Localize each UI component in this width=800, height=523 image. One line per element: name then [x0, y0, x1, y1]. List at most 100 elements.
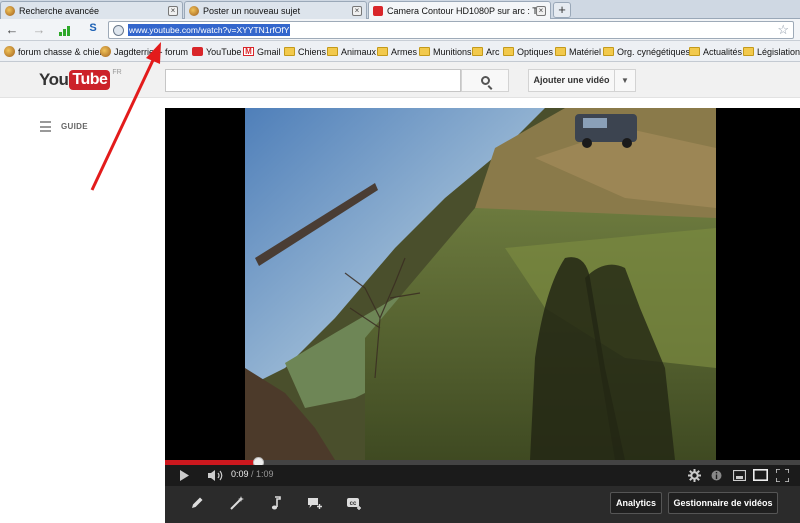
forward-arrow-icon[interactable]: →: [32, 23, 46, 37]
bookmark-forum-chasse[interactable]: forum chasse & chien: [4, 45, 105, 58]
bookmark-folder-materiel[interactable]: Matériel: [555, 45, 601, 58]
bookmark-label: YouTube: [206, 46, 242, 57]
upload-button[interactable]: Ajouter une vidéo: [528, 69, 615, 92]
analytics-button[interactable]: Analytics: [610, 492, 662, 514]
address-bar[interactable]: www.youtube.com/watch?v=XYYTN1rfOfY ☆: [108, 21, 794, 39]
folder-icon: [555, 47, 566, 56]
browser-navbar: ← → S www.youtube.com/watch?v=XYYTN1rfOf…: [0, 19, 800, 41]
enhancements-magic-wand-icon[interactable]: [229, 495, 245, 511]
settings-gear-icon[interactable]: [688, 469, 701, 482]
folder-icon: [743, 47, 754, 56]
folder-icon: [284, 47, 295, 56]
folder-icon: [377, 47, 388, 56]
youtube-header: You Tube FR Ajouter une vidéo ▼: [0, 62, 800, 98]
bookmark-label: Actualités: [703, 46, 743, 57]
bookmark-folder-org-cynegetiques[interactable]: Org. cynégétiques: [603, 45, 690, 58]
video-frame[interactable]: [245, 108, 716, 460]
search-icon: [481, 76, 490, 85]
bookmark-folder-armes[interactable]: Armes: [377, 45, 417, 58]
tab-title: Recherche avancée: [19, 5, 100, 16]
bookmark-gmail[interactable]: M Gmail: [243, 45, 281, 58]
tab-recherche-avancee[interactable]: Recherche avancée ×: [0, 1, 183, 19]
bookmark-label: Optiques: [517, 46, 554, 57]
back-arrow-icon[interactable]: ←: [5, 23, 19, 37]
annotations-speech-bubble-icon[interactable]: [307, 495, 323, 511]
bookmark-star-icon[interactable]: ☆: [777, 23, 789, 37]
bookmark-label: Gmail: [257, 46, 281, 57]
url-text[interactable]: www.youtube.com/watch?v=XYYTN1rfOfY: [128, 24, 291, 36]
bookmark-label: Chiens: [298, 46, 327, 57]
bookmark-folder-optiques[interactable]: Optiques: [503, 45, 553, 58]
folder-icon: [327, 47, 338, 56]
forum-favicon-icon: [100, 46, 111, 57]
search-button[interactable]: [461, 69, 509, 92]
guide-label: GUIDE: [61, 122, 88, 131]
tab-close-icon[interactable]: ×: [168, 5, 178, 16]
forum-favicon-icon: [4, 46, 15, 57]
info-icon[interactable]: [711, 470, 722, 481]
bookmark-label: Animaux: [341, 46, 377, 57]
volume-icon[interactable]: [207, 469, 225, 482]
youtube-favicon-icon: [192, 47, 203, 56]
bookmark-label: Législation: [757, 46, 800, 57]
browser-tab-strip: Recherche avancée × Poster un nouveau su…: [0, 0, 800, 20]
time-separator: /: [248, 469, 257, 479]
bookmark-label: Armes: [391, 46, 418, 57]
bookmark-label: Matériel: [569, 46, 602, 57]
bookmark-folder-arc[interactable]: Arc: [472, 45, 500, 58]
search-input[interactable]: [165, 69, 461, 92]
bookmark-label: Jagdterrier - forum: [114, 46, 189, 57]
bookmark-folder-actualites[interactable]: Actualités: [689, 45, 742, 58]
bookmark-folder-animaux[interactable]: Animaux: [327, 45, 376, 58]
subtitles-cc-icon[interactable]: cc: [346, 495, 362, 511]
youtube-logo[interactable]: You Tube FR: [39, 69, 122, 91]
tab-close-icon[interactable]: ×: [536, 6, 546, 16]
video-frame-image: [245, 108, 716, 460]
svg-text:cc: cc: [350, 501, 357, 507]
bookmark-folder-munitions[interactable]: Munitions: [419, 45, 472, 58]
bookmark-youtube[interactable]: YouTube: [192, 45, 241, 58]
play-icon[interactable]: [179, 470, 190, 481]
globe-icon: [113, 25, 124, 36]
tab-youtube-video[interactable]: Camera Contour HD1080P sur arc : Tirs à.…: [368, 1, 551, 20]
forum-favicon-icon: [5, 5, 15, 16]
mini-player-icon[interactable]: [733, 470, 746, 481]
player-controls: 0:09 / 1:09: [165, 465, 800, 486]
signal-bars-icon[interactable]: [59, 24, 73, 36]
theater-mode-icon[interactable]: [753, 469, 768, 481]
bookmark-jagdterrier[interactable]: Jagdterrier - forum: [100, 45, 188, 58]
bookmark-label: Org. cynégétiques: [617, 46, 691, 57]
logo-region: FR: [112, 69, 122, 76]
current-time: 0:09: [231, 469, 249, 479]
bookmark-label: Munitions: [433, 46, 472, 57]
bookmark-folder-chiens[interactable]: Chiens: [284, 45, 326, 58]
menu-icon: [40, 121, 51, 132]
guide-button[interactable]: GUIDE: [40, 121, 88, 132]
youtube-favicon-icon: [373, 6, 383, 16]
forum-favicon-icon: [189, 5, 199, 16]
gmail-icon: M: [243, 47, 254, 56]
skype-icon[interactable]: S: [86, 22, 100, 37]
upload-menu-chevron-down-icon[interactable]: ▼: [615, 69, 636, 92]
logo-tube: Tube: [69, 70, 111, 90]
bookmarks-bar: forum chasse & chien Jagdterrier - forum…: [0, 41, 800, 62]
video-manager-button[interactable]: Gestionnaire de vidéos: [668, 492, 778, 514]
tab-close-icon[interactable]: ×: [352, 5, 362, 16]
tab-title: Camera Contour HD1080P sur arc : Tirs à.…: [387, 6, 536, 16]
audio-music-note-icon[interactable]: [268, 495, 284, 511]
tab-title: Poster un nouveau sujet: [203, 5, 301, 16]
bookmark-label: Arc: [486, 46, 500, 57]
folder-icon: [503, 47, 514, 56]
new-tab-button[interactable]: +: [553, 2, 571, 18]
folder-icon: [472, 47, 483, 56]
folder-icon: [603, 47, 614, 56]
logo-you: You: [39, 70, 69, 89]
bookmark-label: forum chasse & chien: [18, 46, 105, 57]
video-player[interactable]: [165, 108, 800, 460]
time-display: 0:09 / 1:09: [231, 469, 274, 479]
bookmark-folder-legislation[interactable]: Législation: [743, 45, 800, 58]
fullscreen-icon[interactable]: [776, 469, 789, 482]
folder-icon: [689, 47, 700, 56]
tab-poster-sujet[interactable]: Poster un nouveau sujet ×: [184, 1, 367, 19]
edit-pencil-icon[interactable]: [189, 495, 205, 511]
